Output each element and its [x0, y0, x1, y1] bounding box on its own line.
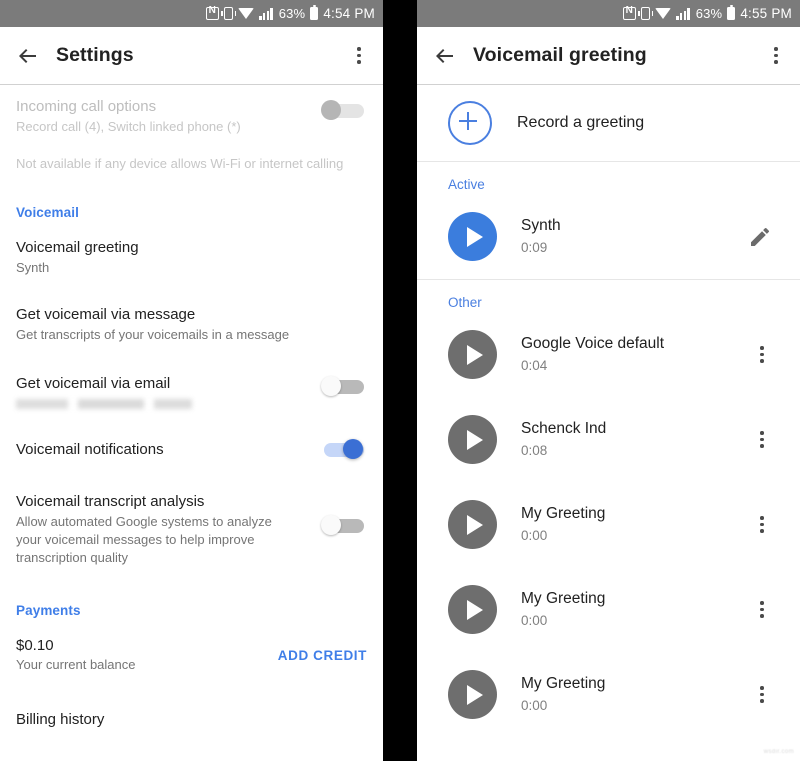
redacted-email-address	[16, 399, 192, 409]
not-available-note-text: Not available if any device allows Wi-Fi…	[16, 156, 344, 171]
greeting-duration: 0:00	[521, 613, 548, 628]
pencil-icon[interactable]	[742, 219, 778, 255]
record-a-greeting-label: Record a greeting	[517, 114, 645, 131]
overflow-menu-icon[interactable]	[738, 677, 786, 713]
setting-row-get-voicemail-via-message[interactable]: Get voicemail via message Get transcript…	[0, 277, 383, 344]
greeting-name: My Greeting	[521, 590, 606, 607]
greeting-row-my-greeting-2[interactable]: My Greeting 0:00	[417, 567, 800, 652]
setting-subtitle: Synth	[16, 260, 50, 275]
setting-row-voicemail-greeting[interactable]: Voicemail greeting Synth	[0, 220, 383, 277]
back-arrow-icon[interactable]	[417, 27, 473, 84]
setting-row-voicemail-notifications[interactable]: Voicemail notifications	[0, 409, 383, 461]
section-header-voicemail: Voicemail	[16, 205, 79, 220]
wifi-icon	[655, 8, 672, 19]
balance-amount: $0.10	[16, 637, 54, 654]
toggle-get-voicemail-via-email[interactable]	[321, 376, 367, 398]
cell-signal-icon	[676, 7, 690, 20]
record-a-greeting-button[interactable]: Record a greeting	[417, 85, 800, 161]
greeting-name: Schenck Ind	[521, 420, 607, 437]
setting-subtitle: Record call (4), Switch linked phone (*)	[16, 119, 241, 134]
toggle-voicemail-transcript-analysis[interactable]	[321, 515, 367, 537]
battery-icon	[310, 5, 319, 20]
greeting-row-schenck-ind[interactable]: Schenck Ind 0:08	[417, 397, 800, 482]
status-bar-clock: 4:55 PM	[740, 6, 792, 21]
greeting-name: Synth	[521, 217, 561, 234]
play-icon[interactable]	[448, 500, 497, 549]
battery-icon	[727, 5, 736, 20]
dual-screenshot: 63% 4:54 PM Settings Incoming call optio…	[0, 0, 800, 761]
greeting-row-my-greeting-1[interactable]: My Greeting 0:00	[417, 482, 800, 567]
toggle-voicemail-notifications[interactable]	[321, 439, 367, 461]
overflow-menu-icon[interactable]	[738, 337, 786, 373]
plus-circle-icon	[448, 101, 492, 145]
screen-divider	[383, 0, 417, 761]
setting-subtitle: Allow automated Google systems to analyz…	[16, 514, 272, 565]
play-icon[interactable]	[448, 585, 497, 634]
greeting-duration: 0:04	[521, 358, 548, 373]
app-bar-left: Settings	[0, 27, 383, 84]
greeting-row-my-greeting-3[interactable]: My Greeting 0:00	[417, 652, 800, 737]
greeting-name: My Greeting	[521, 675, 606, 692]
overflow-menu-icon[interactable]	[335, 27, 383, 84]
greeting-duration: 0:08	[521, 443, 548, 458]
play-icon[interactable]	[448, 670, 497, 719]
settings-list: Incoming call options Record call (4), S…	[0, 85, 383, 761]
setting-title: Voicemail greeting	[16, 239, 139, 256]
play-icon[interactable]	[448, 330, 497, 379]
right-phone-screen: 63% 4:55 PM Voicemail greeting Record a …	[417, 0, 800, 761]
balance-row: $0.10 Your current balance ADD CREDIT	[0, 618, 383, 674]
setting-title: Billing history	[16, 711, 105, 728]
group-header-other: Other	[448, 295, 482, 310]
group-header-active: Active	[448, 177, 485, 192]
left-phone-screen: 63% 4:54 PM Settings Incoming call optio…	[0, 0, 383, 761]
greeting-duration: 0:00	[521, 698, 548, 713]
wifi-icon	[238, 8, 255, 19]
setting-subtitle: Get transcripts of your voicemails in a …	[16, 327, 290, 342]
battery-percent-label: 63%	[695, 6, 723, 21]
greeting-name: My Greeting	[521, 505, 606, 522]
play-icon[interactable]	[448, 212, 497, 261]
toggle-incoming-call-options	[321, 100, 367, 122]
overflow-menu-icon[interactable]	[752, 27, 800, 84]
page-title: Voicemail greeting	[473, 44, 647, 66]
app-bar-right: Voicemail greeting	[417, 27, 800, 84]
battery-percent-label: 63%	[278, 6, 306, 21]
nfc-icon	[623, 5, 637, 20]
setting-row-billing-history[interactable]: Billing history	[0, 674, 383, 730]
nfc-icon	[206, 5, 220, 20]
back-arrow-icon[interactable]	[0, 27, 56, 84]
setting-title: Voicemail transcript analysis	[16, 493, 205, 510]
page-title: Settings	[56, 44, 134, 66]
greeting-duration: 0:09	[521, 240, 548, 255]
greeting-name: Google Voice default	[521, 335, 665, 352]
greeting-duration: 0:00	[521, 528, 548, 543]
watermark: wsdir.com	[763, 749, 794, 755]
setting-row-incoming-call-options: Incoming call options Record call (4), S…	[0, 85, 383, 136]
setting-title: Get voicemail via message	[16, 306, 196, 323]
play-icon[interactable]	[448, 415, 497, 464]
setting-row-not-available-note: Not available if any device allows Wi-Fi…	[0, 136, 383, 173]
setting-row-auto-recharge[interactable]: Auto-recharge	[0, 730, 383, 761]
overflow-menu-icon[interactable]	[738, 507, 786, 543]
section-header-payments: Payments	[16, 603, 81, 618]
greeting-row-synth[interactable]: Synth 0:09	[417, 194, 800, 279]
balance-caption: Your current balance	[16, 657, 136, 672]
greeting-row-google-voice-default[interactable]: Google Voice default 0:04	[417, 312, 800, 397]
status-bar-left: 63% 4:54 PM	[0, 0, 383, 27]
overflow-menu-icon[interactable]	[738, 592, 786, 628]
setting-title: Incoming call options	[16, 98, 157, 115]
setting-row-get-voicemail-via-email[interactable]: Get voicemail via email	[0, 344, 383, 409]
status-bar-clock: 4:54 PM	[323, 6, 375, 21]
setting-title: Voicemail notifications	[16, 441, 164, 458]
vibrate-icon	[221, 7, 237, 20]
vibrate-icon	[638, 7, 654, 20]
cell-signal-icon	[259, 7, 273, 20]
add-credit-button[interactable]: ADD CREDIT	[278, 648, 367, 663]
status-bar-right: 63% 4:55 PM	[417, 0, 800, 27]
overflow-menu-icon[interactable]	[738, 422, 786, 458]
setting-title: Get voicemail via email	[16, 375, 171, 392]
setting-row-voicemail-transcript-analysis[interactable]: Voicemail transcript analysis Allow auto…	[0, 461, 383, 567]
